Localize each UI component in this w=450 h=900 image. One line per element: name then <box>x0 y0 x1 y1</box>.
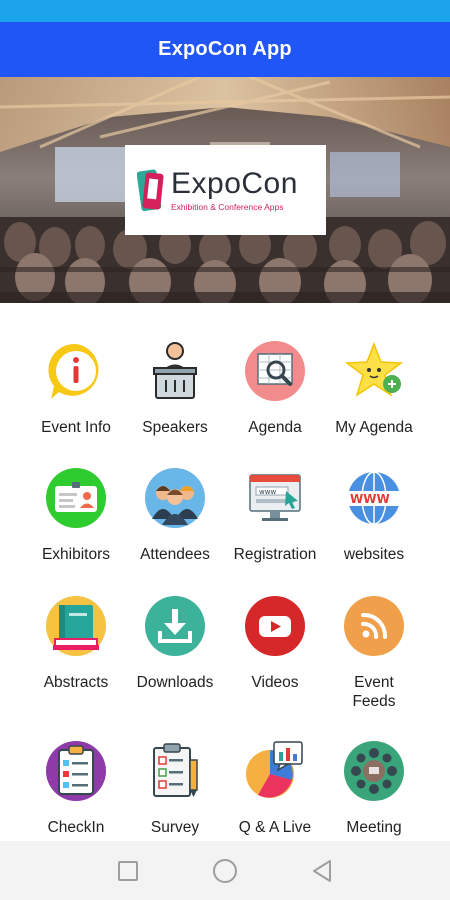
menu-item-event-feeds[interactable]: Event Feeds <box>324 595 424 711</box>
download-icon <box>145 596 205 656</box>
menu-grid: Event Info Speakers Agenda My Agenda Exh… <box>0 303 450 841</box>
menu-item-checkin[interactable]: CheckIn <box>26 740 126 837</box>
menu-item-videos[interactable]: Videos <box>225 595 325 692</box>
system-nav-bar <box>0 841 450 900</box>
triangle-back-icon <box>312 859 331 882</box>
menu-item-qa-live[interactable]: Q & A Live <box>225 740 325 837</box>
menu-item-exhibitors[interactable]: Exhibitors <box>26 467 126 564</box>
rss-icon <box>344 596 404 656</box>
agenda-icon <box>245 341 305 401</box>
home-button[interactable] <box>210 856 240 886</box>
menu-label: Downloads <box>136 674 214 691</box>
speaker-podium-icon <box>153 342 197 399</box>
globe-www-icon: WWW <box>345 471 403 525</box>
menu-label: Event Info <box>41 419 111 436</box>
menu-label: Speakers <box>142 419 208 436</box>
menu-label: Q & A Live <box>238 819 312 836</box>
menu-label: Agenda <box>248 419 302 436</box>
menu-label: Event Feeds <box>352 674 396 710</box>
people-icon <box>145 468 205 528</box>
app-bar: ExpoCon App <box>0 22 450 77</box>
logo-tagline: Exhibition & Conference Apps <box>171 202 284 212</box>
menu-item-attendees[interactable]: Attendees <box>125 467 225 564</box>
menu-item-websites[interactable]: WWW websites <box>324 467 424 564</box>
info-icon <box>48 343 99 399</box>
menu-item-survey[interactable]: Survey <box>125 740 225 837</box>
meeting-table-icon <box>344 741 404 801</box>
menu-item-downloads[interactable]: Downloads <box>125 595 225 692</box>
circle-icon <box>212 858 237 883</box>
square-icon <box>118 860 139 881</box>
menu-label: Registration <box>233 546 317 563</box>
menu-label: Attendees <box>140 546 210 563</box>
video-play-icon <box>245 596 305 656</box>
id-card-icon <box>46 468 106 528</box>
menu-item-speakers[interactable]: Speakers <box>125 340 225 437</box>
survey-icon <box>153 743 198 797</box>
app-title: ExpoCon App <box>158 38 292 60</box>
menu-item-meeting[interactable]: Meeting <box>324 740 424 837</box>
books-icon <box>46 596 106 656</box>
menu-label: Exhibitors <box>41 546 111 563</box>
logo-name: ExpoCon <box>171 167 298 200</box>
star-add-icon <box>344 341 404 397</box>
menu-item-abstracts[interactable]: Abstracts <box>26 595 126 692</box>
menu-item-my-agenda[interactable]: My Agenda <box>324 340 424 437</box>
svg-text:WWW: WWW <box>350 492 390 506</box>
expocon-logo: ExpoCon Exhibition & Conference Apps <box>125 145 326 235</box>
web-form-icon: www <box>249 474 301 521</box>
chart-chat-icon <box>246 741 303 798</box>
menu-label: Meeting <box>346 819 402 836</box>
svg-text:www: www <box>259 488 276 496</box>
checklist-icon <box>46 741 106 801</box>
menu-label: Survey <box>150 819 200 836</box>
menu-item-agenda[interactable]: Agenda <box>225 340 325 437</box>
menu-item-event-info[interactable]: Event Info <box>26 340 126 437</box>
recent-apps-button[interactable] <box>113 856 143 886</box>
menu-label: websites <box>343 546 405 563</box>
expocon-logo-mark <box>137 169 164 212</box>
menu-label: Videos <box>251 674 299 691</box>
menu-label: Abstracts <box>43 674 109 691</box>
menu-item-registration[interactable]: www Registration <box>225 467 325 564</box>
menu-label: My Agenda <box>335 419 413 436</box>
menu-label: CheckIn <box>47 819 105 836</box>
status-bar <box>0 0 450 22</box>
back-button[interactable] <box>307 856 337 886</box>
